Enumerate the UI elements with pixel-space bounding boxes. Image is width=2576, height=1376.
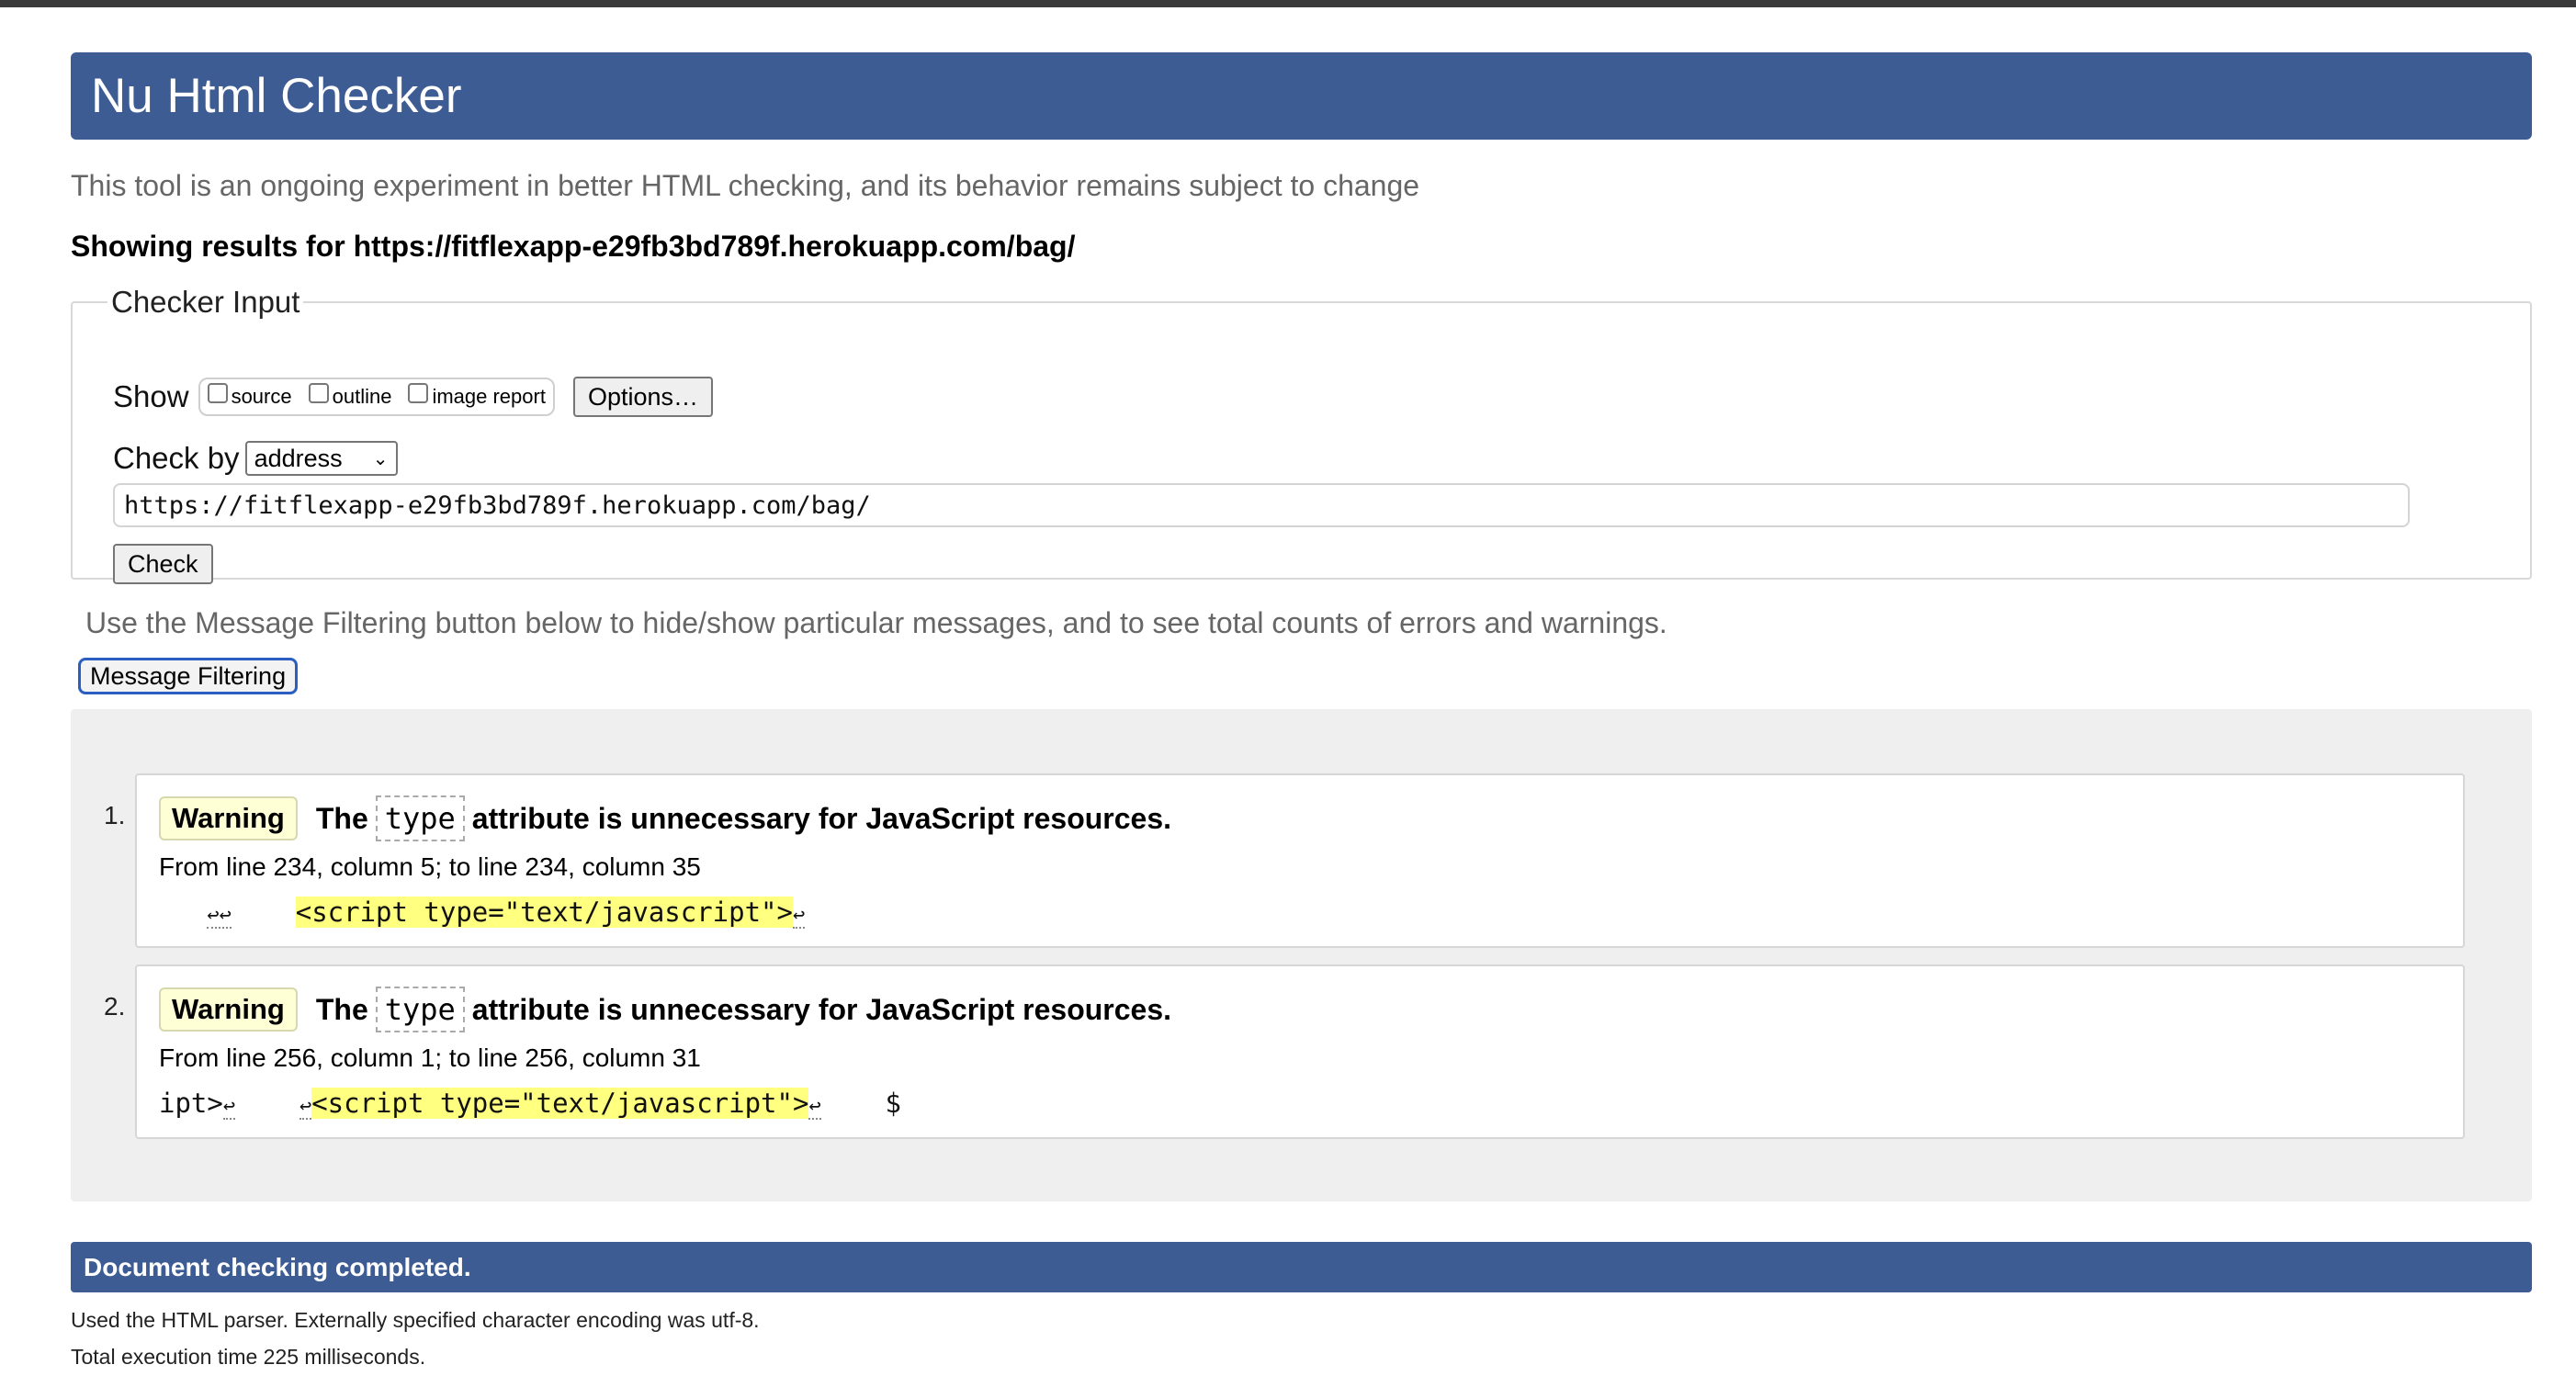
filtering-info: Use the Message Filtering button below t…	[85, 606, 1667, 639]
execution-time: Total execution time 225 milliseconds.	[71, 1345, 426, 1369]
message-filtering-button[interactable]: Message Filtering	[78, 658, 299, 694]
message-header: Warning The type attribute is unnecessar…	[159, 795, 1171, 841]
checkbox-box[interactable]	[207, 383, 228, 403]
message-text: The type attribute is unnecessary for Ja…	[316, 987, 1171, 1032]
results-for-prefix: Showing results for	[71, 230, 354, 263]
message-number: 1.	[104, 801, 126, 829]
message-header: Warning The type attribute is unnecessar…	[159, 987, 1171, 1032]
checker-input-legend: Checker Input	[111, 285, 300, 319]
line-break-marker: ↩↩	[207, 904, 232, 929]
check-by-label: Check by	[113, 441, 240, 475]
check-by-row: Check by address ⌄	[113, 441, 398, 476]
message-text-before: The	[315, 801, 368, 835]
message-code: type	[375, 987, 465, 1032]
message-code: type	[375, 795, 465, 841]
extract-gap	[232, 897, 296, 928]
line-break-marker: ↩	[792, 904, 806, 929]
message-text-after: attribute is unnecessary for JavaScript …	[471, 801, 1172, 835]
parser-info: Used the HTML parser. Externally specifi…	[71, 1308, 760, 1332]
message-location: From line 234, column 5; to line 234, co…	[159, 852, 701, 881]
show-label: Show	[113, 379, 189, 413]
top-border	[0, 0, 2576, 7]
checkbox-label: source	[231, 385, 292, 408]
url-input[interactable]: https://fitflexapp-e29fb3bd789f.herokuap…	[113, 483, 2410, 527]
show-outline-checkbox[interactable]: outline	[308, 383, 392, 409]
message-item: 1. Warning The type attribute is unneces…	[104, 773, 2465, 948]
check-by-select[interactable]: address ⌄	[244, 441, 398, 476]
show-row: Show source outline image report Options…	[113, 377, 714, 417]
message-item: 2. Warning The type attribute is unneces…	[104, 964, 2465, 1139]
completion-status-bar: Document checking completed.	[71, 1242, 2532, 1292]
check-by-value: address	[254, 444, 343, 472]
message-location: From line 256, column 1; to line 256, co…	[159, 1043, 701, 1072]
checker-input-fieldset: Checker Input Show source outline image …	[71, 285, 2532, 584]
checkbox-label: outline	[332, 385, 392, 408]
extract-tail: $	[820, 1088, 901, 1119]
message-extract: ipt>↩ ↩<script type="text/javascript">↩ …	[159, 1088, 901, 1120]
message-text-after: attribute is unnecessary for JavaScript …	[471, 992, 1172, 1026]
chevron-down-icon: ⌄	[372, 448, 389, 469]
warning-badge: Warning	[159, 987, 298, 1032]
checkbox-box[interactable]	[408, 383, 429, 403]
intro-text: This tool is an ongoing experiment in be…	[71, 169, 1420, 202]
page-title: Nu Html Checker	[91, 69, 462, 123]
message-number: 2.	[104, 992, 126, 1021]
line-break-marker: ↩	[222, 1095, 236, 1120]
extract-pre: ipt>	[159, 1088, 223, 1119]
results-panel: 1. Warning The type attribute is unneces…	[71, 709, 2532, 1201]
message-extract: ↩↩ <script type="text/javascript">↩	[159, 897, 806, 929]
show-image-report-checkbox[interactable]: image report	[408, 383, 546, 409]
message-text-before: The	[315, 992, 368, 1026]
line-break-marker: ↩	[299, 1095, 312, 1120]
checkbox-label: image report	[432, 385, 546, 408]
line-break-marker: ↩	[808, 1095, 821, 1120]
options-button[interactable]: Options…	[572, 377, 714, 417]
warning-badge: Warning	[159, 796, 298, 840]
message-text: The type attribute is unnecessary for Ja…	[316, 795, 1171, 841]
results-for-heading: Showing results for https://fitflexapp-e…	[71, 230, 1075, 264]
extract-highlight: <script type="text/javascript">	[311, 1088, 809, 1119]
results-for-url: https://fitflexapp-e29fb3bd789f.herokuap…	[353, 230, 1076, 263]
show-source-checkbox[interactable]: source	[207, 383, 292, 409]
extract-gap	[235, 1088, 299, 1119]
check-button[interactable]: Check	[113, 544, 213, 584]
show-options-group: source outline image report	[198, 378, 555, 416]
extract-highlight: <script type="text/javascript">	[295, 897, 793, 928]
checkbox-box[interactable]	[308, 383, 329, 403]
page-header: Nu Html Checker	[71, 52, 2532, 140]
